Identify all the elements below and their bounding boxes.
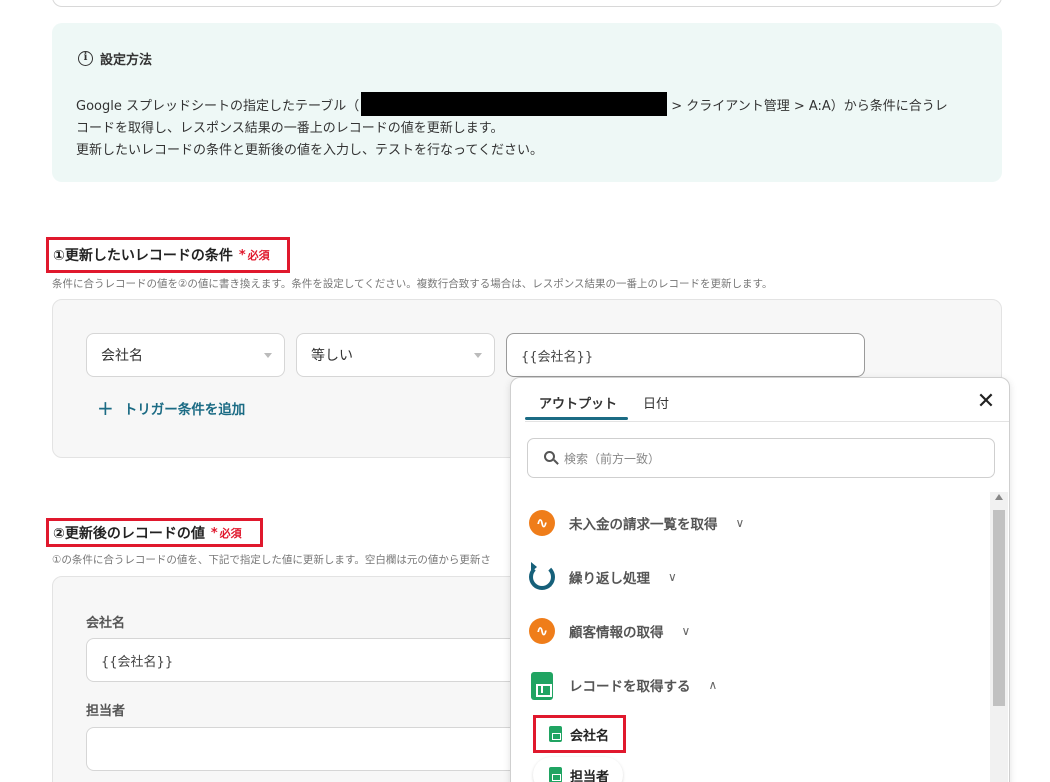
instructions-box: i 設定方法 Google スプレッドシートの指定したテーブル（ > クライアント…: [52, 23, 1002, 182]
section2-description: ①の条件に合うレコードの値を、下記で指定した値に更新します。空白欄は元の値から更…: [52, 554, 491, 566]
list-item-unpaid-invoices[interactable]: ∿ 未入金の請求一覧を取得 ∨: [529, 508, 744, 538]
required-badge: * 必須: [238, 248, 270, 263]
instructions-line3: 更新したいレコードの条件と更新後の値を入力し、テストを行なってください。: [76, 143, 543, 158]
condition-value-input[interactable]: {{会社名}}: [506, 333, 865, 377]
output-option-label: 担当者: [570, 769, 610, 782]
google-sheets-icon: [549, 726, 562, 742]
output-picker-popover: アウトプット 日付 ✕ 検索（前方一致） ∿ 未入金の請求一覧を取得 ∨ 繰り返し…: [510, 377, 1010, 782]
search-icon: [544, 451, 559, 465]
instructions-line1-pre: Google スプレッドシートの指定したテーブル（: [76, 99, 360, 114]
list-item-label: レコードを取得する: [569, 679, 691, 695]
add-trigger-label: トリガー条件を追加: [123, 402, 246, 418]
list-item-customer-info[interactable]: ∿ 顧客情報の取得 ∨: [529, 616, 690, 646]
field-label-company: 会社名: [86, 616, 126, 631]
tab-output[interactable]: アウトプット: [539, 393, 617, 412]
search-input[interactable]: 検索（前方一致）: [527, 438, 995, 478]
scroll-up-arrow[interactable]: [995, 494, 1003, 500]
google-sheets-icon: [529, 672, 555, 700]
close-icon[interactable]: ✕: [975, 391, 997, 413]
section1-description: 条件に合うレコードの値を②の値に書き換えます。条件を設定してください。複数行合致…: [52, 278, 773, 290]
required-badge: * 必須: [210, 525, 242, 541]
instructions-line1-post: > クライアント管理 > A:A）から条件に合うレ: [671, 99, 948, 114]
instructions-title-text: 設定方法: [100, 53, 153, 68]
chevron-down-icon: ∨: [735, 516, 745, 530]
instructions-text: Google スプレッドシートの指定したテーブル（ > クライアント管理 > A:…: [76, 92, 986, 162]
field-select[interactable]: 会社名: [86, 333, 285, 377]
plus-icon: +: [97, 396, 114, 420]
section1-label: ①更新したいレコードの条件 * 必須: [46, 237, 290, 273]
chevron-down-icon: ∨: [681, 624, 691, 638]
list-item-get-records[interactable]: レコードを取得する ∧: [529, 670, 717, 700]
info-icon: i: [78, 51, 93, 66]
orange-app-icon: ∿: [529, 618, 555, 644]
section1-label-text: ①更新したいレコードの条件: [53, 248, 233, 264]
section2-label-text: ②更新後のレコードの値: [53, 525, 205, 542]
condition-value-text: {{会社名}}: [521, 349, 594, 365]
field-label-person: 担当者: [86, 704, 126, 719]
redacted-block: [361, 92, 668, 116]
scroll-thumb[interactable]: [993, 510, 1005, 706]
chevron-down-icon: ∨: [668, 570, 677, 584]
person-in-charge-input[interactable]: [86, 727, 566, 771]
loop-icon: [529, 562, 555, 590]
previous-field-edge: [52, 0, 1002, 7]
google-sheets-icon: [549, 767, 562, 782]
output-option-label: 会社名: [570, 728, 610, 744]
company-name-value: {{会社名}}: [101, 654, 174, 670]
search-placeholder: 検索（前方一致）: [564, 451, 661, 466]
list-item-label: 未入金の請求一覧を取得: [569, 517, 718, 533]
list-item-label: 顧客情報の取得: [569, 625, 664, 641]
instructions-line2: コードを取得し、レスポンス結果の一番上のレコードの値を更新します。: [76, 121, 504, 136]
scrollbar[interactable]: [990, 492, 1008, 782]
picker-tabs: アウトプット 日付: [525, 378, 1009, 422]
output-option-company-name[interactable]: 会社名: [533, 715, 627, 753]
orange-app-icon: ∿: [529, 510, 555, 536]
list-item-label: 繰り返し処理: [569, 571, 650, 587]
chevron-down-icon: [474, 353, 482, 358]
company-name-input[interactable]: {{会社名}}: [86, 638, 566, 682]
section2-label: ②更新後のレコードの値 * 必須: [46, 518, 263, 547]
add-trigger-condition-button[interactable]: + トリガー条件を追加: [97, 398, 245, 418]
field-select-value: 会社名: [101, 348, 143, 364]
operator-select-value: 等しい: [311, 348, 353, 364]
list-item-loop[interactable]: 繰り返し処理 ∨: [529, 562, 677, 592]
instructions-title: i 設定方法: [78, 49, 152, 68]
operator-select[interactable]: 等しい: [296, 333, 495, 377]
chevron-up-icon: ∧: [708, 678, 718, 692]
tab-date[interactable]: 日付: [643, 393, 669, 412]
active-tab-indicator: [525, 417, 628, 420]
chevron-down-icon: [264, 353, 272, 358]
output-option-person[interactable]: 担当者: [533, 757, 624, 782]
